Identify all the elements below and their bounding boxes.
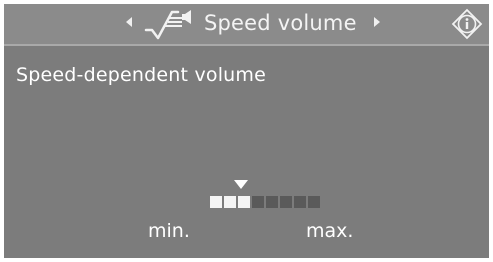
- speed-dependent-volume-label: Speed-dependent volume: [16, 64, 267, 86]
- current-level-pointer: [234, 180, 248, 189]
- next-arrow-icon[interactable]: [374, 17, 380, 27]
- scale-segment: [308, 196, 320, 208]
- scale-segment: [294, 196, 306, 208]
- scale-segment: [224, 196, 236, 208]
- scale-segment: [238, 196, 250, 208]
- scale-min-label: min.: [148, 220, 190, 242]
- volume-level-scale[interactable]: [210, 196, 320, 208]
- scale-max-label: max.: [306, 220, 354, 242]
- info-icon[interactable]: [451, 8, 483, 40]
- speed-volume-icon: [144, 10, 191, 40]
- scale-segment: [252, 196, 264, 208]
- menu-header: Speed volume: [4, 4, 489, 46]
- display-screen: Speed volume Speed-dependent volume min.…: [4, 4, 489, 258]
- previous-arrow-icon[interactable]: [126, 17, 132, 27]
- scale-segment: [266, 196, 278, 208]
- menu-title: Speed volume: [204, 11, 357, 35]
- scale-segment: [210, 196, 222, 208]
- scale-segment: [280, 196, 292, 208]
